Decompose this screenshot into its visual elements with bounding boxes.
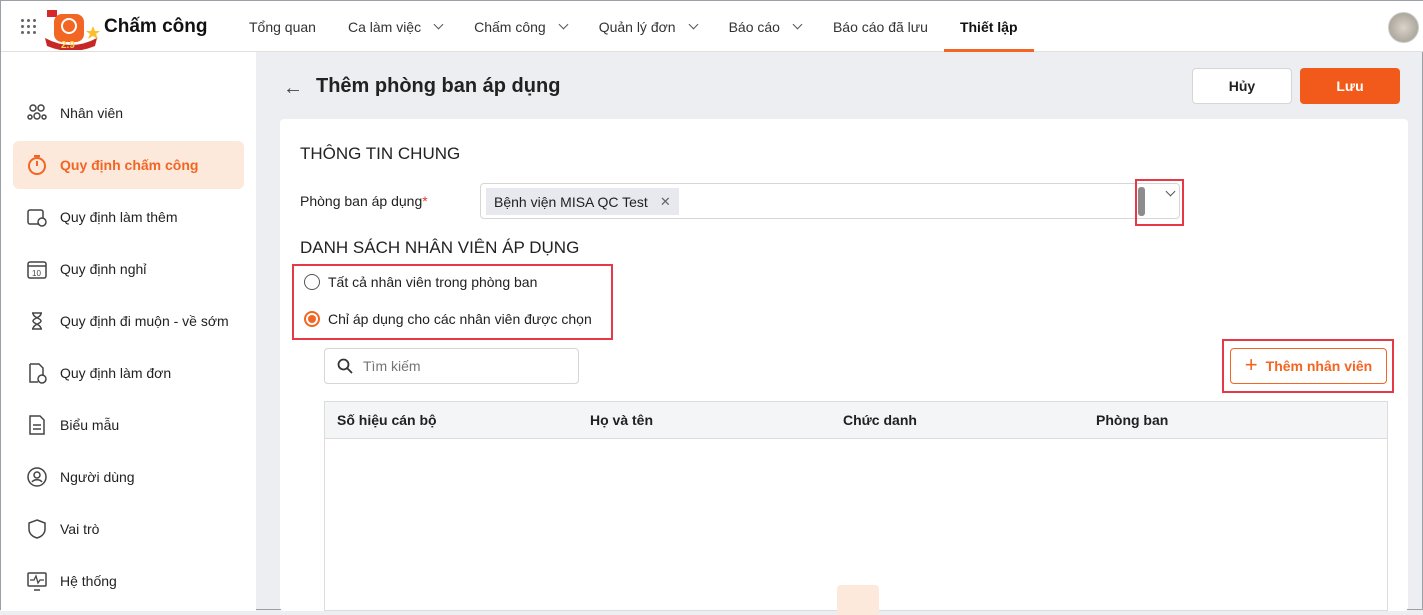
sidebar-item-label: Quy định nghỉ	[60, 261, 147, 277]
table-header: Số hiệu cán bộ Họ và tên Chức danh Phòng…	[325, 402, 1387, 439]
sidebar-item-label: Nhân viên	[60, 105, 124, 121]
sidebar-item-4[interactable]: 10 Quy định nghỉ	[13, 245, 244, 293]
nav-ca-lam-viec[interactable]: Ca làm việc	[332, 1, 458, 52]
sidebar-item-label: Người dùng	[60, 469, 135, 485]
cancel-button[interactable]: Hủy	[1192, 68, 1292, 104]
calendar-icon: 10	[27, 261, 47, 279]
avatar[interactable]	[1388, 12, 1419, 43]
search-input[interactable]	[363, 358, 563, 374]
user-icon	[27, 467, 47, 487]
nav-label: Chấm công	[474, 18, 546, 35]
nav-bao-cao[interactable]: Báo cáo	[713, 1, 817, 52]
sidebar-item-label: Quy định đi muộn - về sớm	[60, 313, 229, 329]
app-name: Chấm công	[104, 16, 208, 37]
calendar-clock-icon	[27, 209, 47, 227]
nav-label: Tổng quan	[249, 18, 316, 35]
nav-tong-quan[interactable]: Tổng quan	[233, 1, 332, 52]
dept-select[interactable]: Bệnh viện MISA QC Test ✕	[480, 183, 1180, 219]
monitor-icon	[27, 572, 47, 591]
chevron-down-icon	[792, 19, 803, 30]
main-nav: Tổng quan Ca làm việc Chấm công Quản lý …	[233, 1, 1034, 52]
nav-label: Thiết lập	[959, 18, 1018, 35]
empty-state-illustration	[837, 585, 879, 615]
form-icon	[29, 415, 45, 435]
save-button[interactable]: Lưu	[1300, 68, 1400, 104]
sidebar-item-label: Vai trò	[60, 521, 100, 537]
svg-text:10: 10	[32, 269, 41, 278]
search-box[interactable]	[324, 348, 579, 384]
sidebar-item-1[interactable]: Nhân viên	[13, 89, 244, 137]
section-general-info: THÔNG TIN CHUNG	[300, 144, 461, 163]
sidebar-item-7[interactable]: Biểu mẫu	[13, 401, 244, 449]
sidebar-item-label: Quy định chấm công	[60, 157, 199, 173]
timer-icon	[28, 155, 46, 175]
sidebar-item-6[interactable]: Quy định làm đơn	[13, 349, 244, 397]
nav-label: Ca làm việc	[347, 18, 422, 35]
nav-cham-cong[interactable]: Chấm công	[458, 1, 583, 52]
top-bar: 2.9 Chấm công Tổng quan Ca làm việc Chấm…	[1, 1, 1423, 52]
highlight-box	[1135, 179, 1184, 226]
section-employee-list: DANH SÁCH NHÂN VIÊN ÁP DỤNG	[300, 238, 580, 257]
column-header: Phòng ban	[1096, 412, 1169, 428]
sidebar-item-label: Quy định làm đơn	[60, 365, 172, 381]
hourglass-icon	[32, 312, 42, 330]
back-arrow-icon[interactable]: ←	[283, 77, 303, 100]
sidebar-item-2[interactable]: Quy định chấm công	[13, 141, 244, 189]
sidebar-item-3[interactable]: Quy định làm thêm	[13, 193, 244, 241]
app-logo: 2.9	[45, 10, 100, 50]
nav-bao-cao-da-luu[interactable]: Báo cáo đã lưu	[817, 1, 944, 52]
sidebar-item-10[interactable]: Hệ thống	[13, 557, 244, 605]
required-mark: *	[422, 193, 428, 209]
dept-label-text: Phòng ban áp dụng	[300, 193, 423, 209]
column-header: Chức danh	[843, 412, 917, 428]
page-title: Thêm phòng ban áp dụng	[316, 75, 561, 97]
sidebar: Nhân viên Quy định chấm công Quy định làm …	[1, 52, 256, 611]
nav-thiet-lap[interactable]: Thiết lập	[943, 1, 1034, 52]
nav-quan-ly-don[interactable]: Quản lý đơn	[583, 1, 713, 52]
people-icon	[27, 104, 47, 120]
dept-tag-label: Bệnh viện MISA QC Test	[494, 193, 648, 210]
document-clock-icon	[29, 363, 47, 384]
sidebar-item-8[interactable]: Người dùng	[13, 453, 244, 501]
nav-label: Quản lý đơn	[598, 18, 676, 35]
chevron-down-icon	[433, 19, 444, 30]
shield-icon	[28, 519, 46, 539]
remove-tag-icon[interactable]: ✕	[660, 194, 671, 210]
highlight-box	[1222, 339, 1394, 393]
svg-text:2.9: 2.9	[61, 40, 75, 50]
column-header: Họ và tên	[590, 412, 654, 428]
chevron-down-icon	[688, 19, 699, 30]
nav-label: Báo cáo	[728, 18, 780, 35]
column-header: Số hiệu cán bộ	[337, 412, 437, 428]
chevron-down-icon	[558, 19, 569, 30]
sidebar-item-label: Quy định làm thêm	[60, 209, 178, 225]
sidebar-item-label: Biểu mẫu	[60, 417, 120, 433]
sidebar-item-9[interactable]: Vai trò	[13, 505, 244, 553]
dept-tag: Bệnh viện MISA QC Test ✕	[486, 188, 679, 215]
app-grid-icon[interactable]	[21, 19, 36, 34]
dept-label: Phòng ban áp dụng*	[300, 193, 428, 209]
search-icon	[337, 358, 353, 374]
employee-table: Số hiệu cán bộ Họ và tên Chức danh Phòng…	[324, 401, 1388, 615]
nav-label: Báo cáo đã lưu	[832, 18, 928, 35]
highlight-box	[292, 264, 613, 340]
sidebar-item-5[interactable]: Quy định đi muộn - về sớm	[13, 297, 244, 345]
sidebar-item-label: Hệ thống	[60, 573, 117, 589]
